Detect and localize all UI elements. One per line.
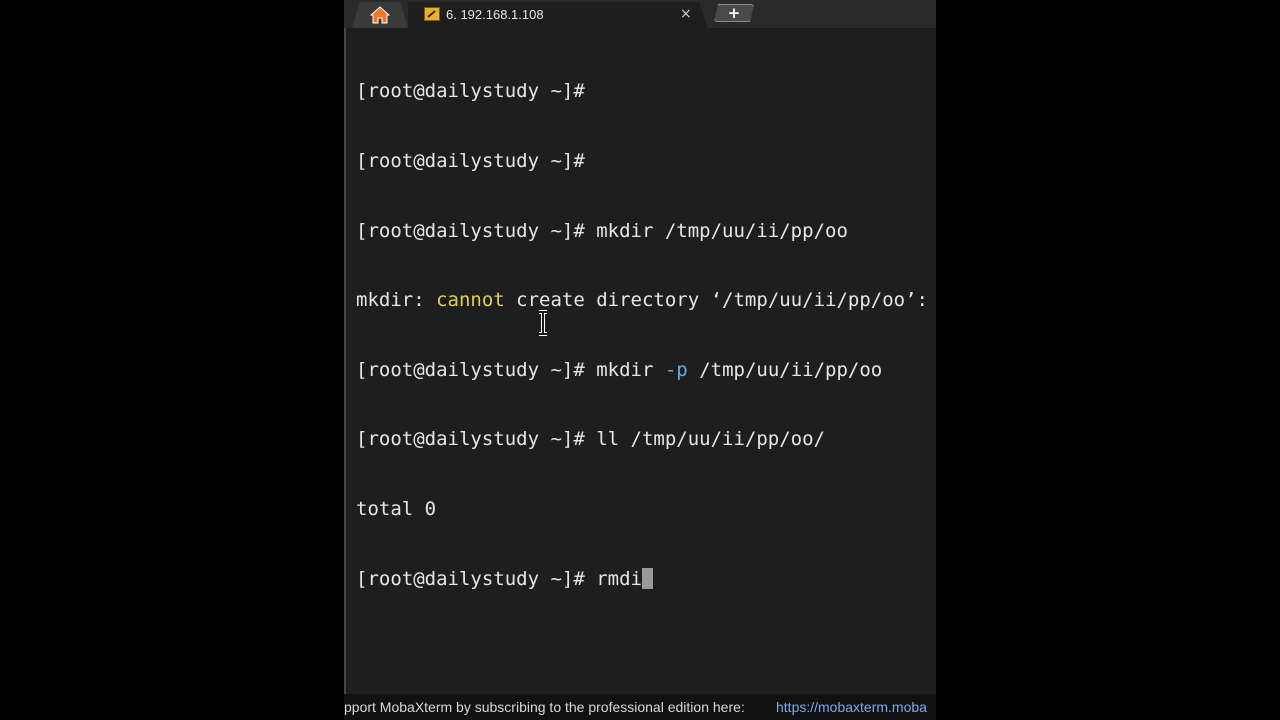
session-tab-label: 6. 192.168.1.108 [446, 7, 544, 22]
terminal-line: [root@dailystudy ~]# [356, 150, 928, 173]
command-text: mkdir [584, 358, 665, 381]
terminal-line: [root@dailystudy ~]# mkdir /tmp/uu/ii/pp… [356, 220, 928, 243]
output-text: total 0 [356, 497, 437, 520]
output-highlight: cannot [436, 289, 505, 312]
tab-bar: 6. 192.168.1.108 × + [344, 0, 936, 28]
ibeam-cursor-icon [539, 310, 547, 336]
terminal-line: total 0 [356, 498, 928, 521]
tab-session[interactable]: 6. 192.168.1.108 × [408, 2, 708, 28]
mobaxterm-link[interactable]: https://mobaxterm.moba [776, 694, 927, 720]
output-text: mkdir: [356, 289, 437, 312]
terminal-line: [root@dailystudy ~]# [356, 80, 928, 103]
text-cursor [641, 567, 653, 589]
command-flag: -p [664, 358, 688, 381]
status-message: pport MobaXterm by subscribing to the pr… [344, 699, 745, 715]
output-text: create directory ‘/tmp/uu/ii/pp/oo’: [504, 289, 928, 312]
plus-icon: + [727, 3, 741, 22]
prompt: [root@dailystudy ~]# [356, 428, 585, 451]
terminal-output: [root@dailystudy ~]# [root@dailystudy ~]… [356, 34, 928, 637]
prompt: [root@dailystudy ~]# [356, 567, 585, 590]
home-icon [370, 6, 390, 24]
prompt: [root@dailystudy ~]# [356, 219, 585, 242]
prompt: [root@dailystudy ~]# [356, 358, 585, 381]
terminal-line: [root@dailystudy ~]# mkdir -p /tmp/uu/ii… [356, 359, 928, 382]
terminal-line: [root@dailystudy ~]# rmdi [356, 567, 928, 591]
terminal-area[interactable]: [root@dailystudy ~]# [root@dailystudy ~]… [344, 28, 936, 694]
command-text: mkdir /tmp/uu/ii/pp/oo [584, 219, 848, 242]
prompt: [root@dailystudy ~]# [356, 150, 585, 172]
command-text: ll /tmp/uu/ii/pp/oo/ [584, 428, 825, 451]
new-tab-button[interactable]: + [714, 4, 754, 22]
status-bar: pport MobaXterm by subscribing to the pr… [344, 694, 936, 720]
command-text: rmdi [584, 567, 642, 590]
terminal-line: [root@dailystudy ~]# ll /tmp/uu/ii/pp/oo… [356, 428, 928, 451]
close-icon[interactable]: × [680, 6, 692, 22]
session-icon [424, 7, 440, 21]
terminal-line: mkdir: cannot create directory ‘/tmp/uu/… [356, 289, 928, 312]
command-text: /tmp/uu/ii/pp/oo [687, 358, 883, 381]
home-tab[interactable] [352, 2, 408, 28]
prompt: [root@dailystudy ~]# [356, 80, 585, 103]
mobaxterm-window: 6. 192.168.1.108 × + [root@dailystudy ~]… [344, 0, 936, 720]
